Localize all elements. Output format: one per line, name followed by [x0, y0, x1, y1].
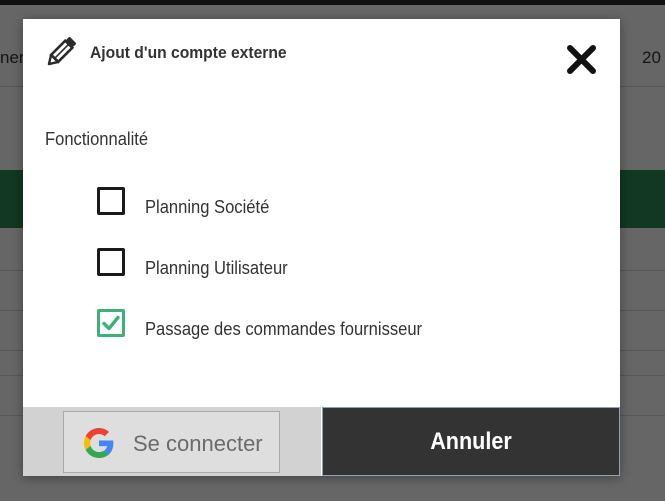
- cancel-button-label: Annuler: [430, 428, 512, 455]
- pencil-icon: [44, 34, 78, 70]
- close-button[interactable]: [562, 39, 602, 79]
- option-label: Planning Utilisateur: [145, 258, 288, 278]
- modal-header: Ajout d'un compte externe: [23, 19, 620, 89]
- external-account-modal: Ajout d'un compte externe Fonctionnalité…: [23, 19, 620, 476]
- option-passage-commandes-fournisseur[interactable]: Passage des commandes fournisseur: [97, 309, 567, 343]
- option-planning-societe[interactable]: Planning Société: [97, 187, 567, 221]
- checkbox-unchecked[interactable]: [97, 248, 125, 276]
- close-icon: [567, 45, 596, 74]
- google-sign-in-button[interactable]: Se connecter: [63, 411, 280, 473]
- google-sign-in-label: Se connecter: [133, 431, 263, 456]
- option-label: Passage des commandes fournisseur: [145, 319, 423, 339]
- cancel-button[interactable]: Annuler: [322, 407, 620, 476]
- footer-left-panel: Se connecter: [23, 407, 321, 476]
- checkbox-checked[interactable]: [97, 309, 125, 337]
- option-planning-utilisateur[interactable]: Planning Utilisateur: [97, 248, 567, 282]
- modal-footer: Se connecter Annuler: [23, 405, 620, 476]
- google-icon: [84, 428, 114, 458]
- checkmark-icon: [102, 315, 120, 331]
- option-label: Planning Société: [145, 197, 270, 217]
- modal-title: Ajout d'un compte externe: [90, 43, 287, 62]
- section-label: Fonctionnalité: [45, 129, 149, 149]
- checkbox-unchecked[interactable]: [97, 187, 125, 215]
